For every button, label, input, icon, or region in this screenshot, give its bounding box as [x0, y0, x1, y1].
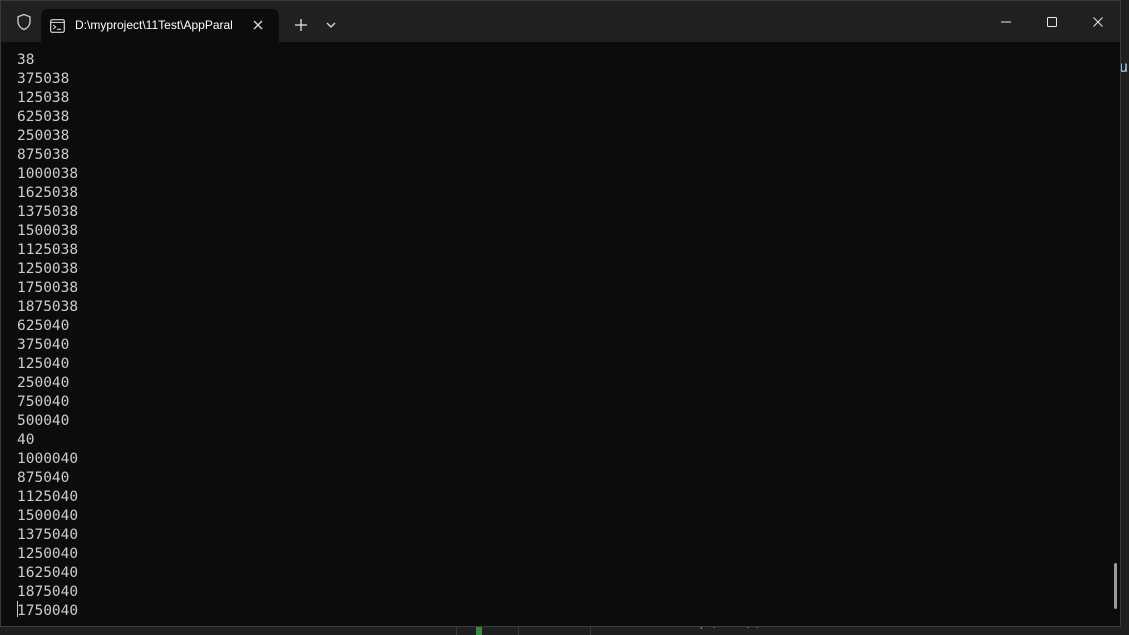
minimize-icon[interactable] — [983, 1, 1029, 42]
console-line: 125040 — [17, 356, 70, 372]
console-line: 1000040 — [17, 451, 79, 467]
console-line: 500040 — [17, 413, 70, 429]
title-bar[interactable]: D:\myproject\11Test\AppParal — [1, 1, 1120, 42]
chevron-down-icon[interactable] — [322, 16, 340, 34]
console-line: 1625040 — [17, 565, 79, 581]
console-output-area[interactable]: 38 375038 125038 625038 250038 875038 1000038 1… — [1, 42, 1120, 626]
console-line: 1250038 — [17, 261, 79, 277]
console-line: 625038 — [17, 109, 70, 125]
console-line: 1625038 — [17, 185, 79, 201]
shield-icon — [15, 13, 33, 31]
console-line: 250040 — [17, 375, 70, 391]
console-line: 750040 — [17, 394, 70, 410]
console-line: 875040 — [17, 470, 70, 486]
console-line: 40 — [17, 432, 35, 448]
console-line: 875038 — [17, 147, 70, 163]
scrollbar-thumb[interactable] — [1114, 563, 1117, 609]
text-cursor — [17, 601, 18, 617]
console-line: 1375038 — [17, 204, 79, 220]
console-line: 1500038 — [17, 223, 79, 239]
console-line: 1875040 — [17, 584, 79, 600]
console-line: 375038 — [17, 71, 70, 87]
tab-title: D:\myproject\11Test\AppParal — [75, 18, 233, 32]
console-line: 625040 — [17, 318, 70, 334]
console-line: 38 — [17, 52, 35, 68]
plus-icon[interactable] — [291, 15, 311, 35]
console-line: 1750038 — [17, 280, 79, 296]
terminal-window: D:\myproject\11Test\AppParal 38 375038 1… — [0, 0, 1121, 627]
console-line: 1250040 — [17, 546, 79, 562]
terminal-icon — [50, 18, 65, 33]
console-line: 1125038 — [17, 242, 79, 258]
console-line: 375040 — [17, 337, 70, 353]
console-line: 1500040 — [17, 508, 79, 524]
close-icon[interactable] — [1075, 1, 1120, 42]
console-line: 1000038 — [17, 166, 79, 182]
console-line: 1375040 — [17, 527, 79, 543]
console-line: 125038 — [17, 90, 70, 106]
maximize-icon[interactable] — [1029, 1, 1075, 42]
console-output: 38 375038 125038 625038 250038 875038 1000038 1… — [17, 51, 78, 621]
close-icon[interactable] — [248, 15, 268, 35]
console-line: 250038 — [17, 128, 70, 144]
console-line: 1875038 — [17, 299, 79, 315]
console-line: 1750040 — [17, 603, 79, 619]
console-line: 1125040 — [17, 489, 79, 505]
tab-terminal[interactable]: D:\myproject\11Test\AppParal — [41, 9, 279, 42]
